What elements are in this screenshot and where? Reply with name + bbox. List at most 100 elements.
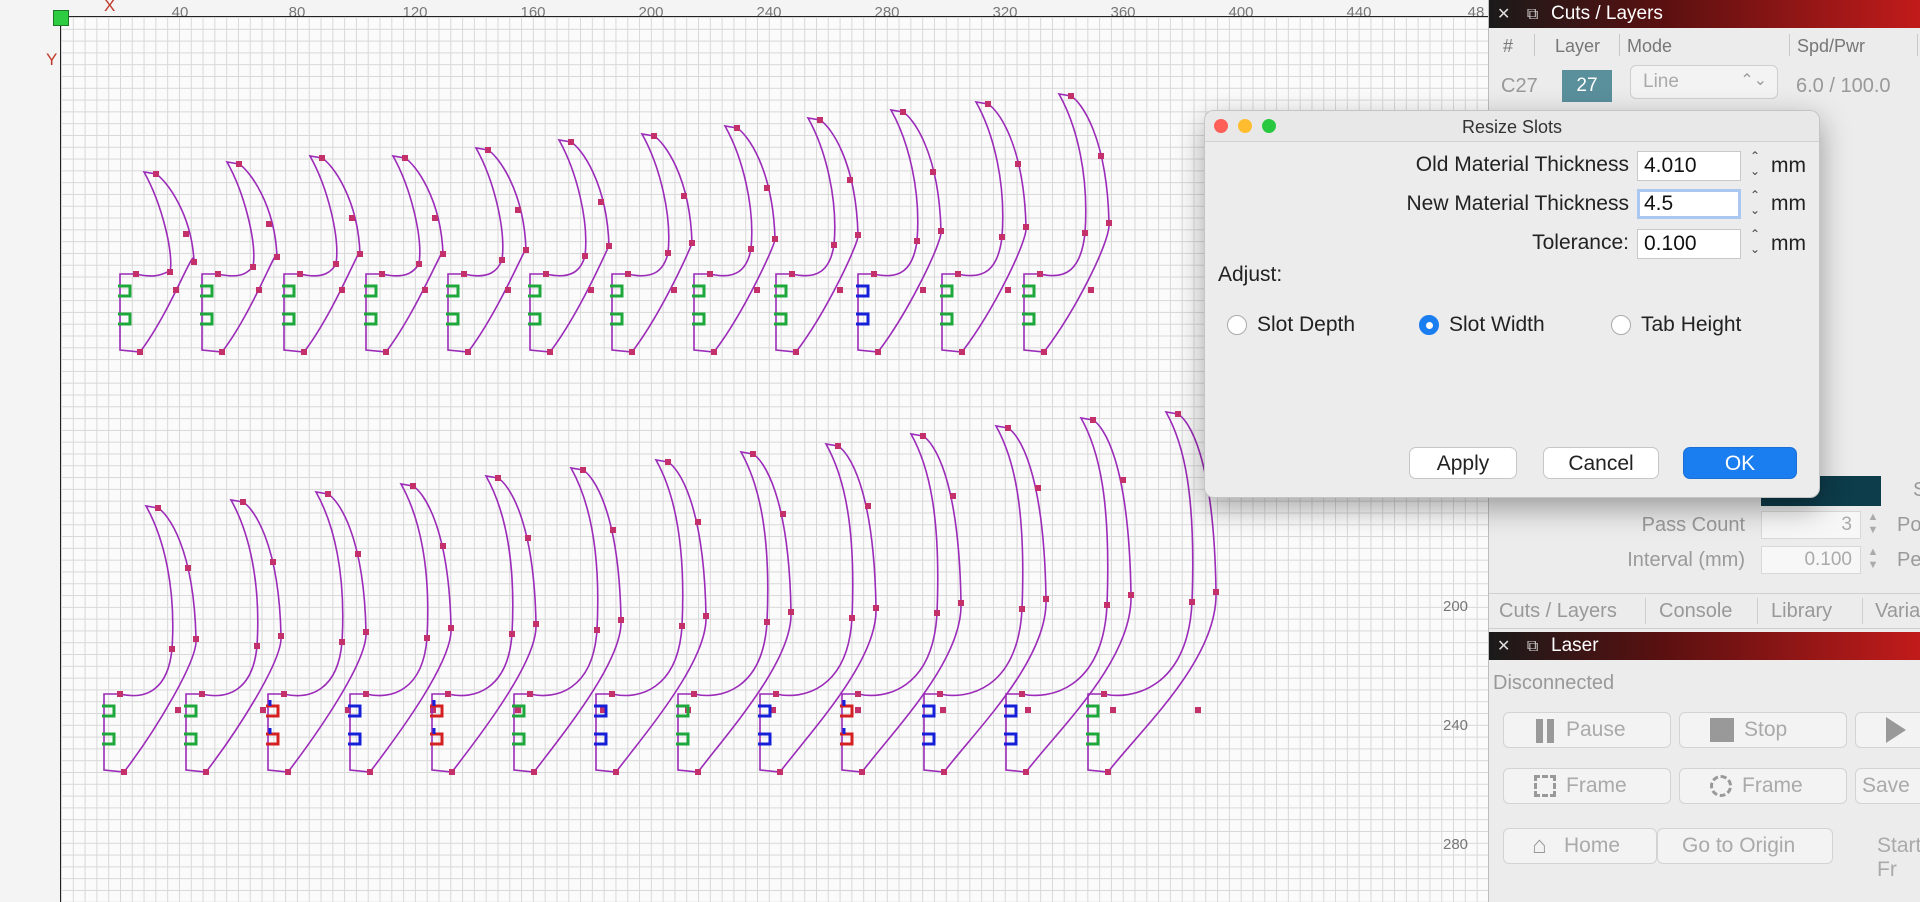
apply-button[interactable]: Apply xyxy=(1409,447,1517,479)
pass-count-stepper[interactable]: ▲ ▼ xyxy=(1863,511,1883,539)
cut-shape[interactable] xyxy=(610,132,695,355)
old-thickness-input[interactable] xyxy=(1637,151,1741,181)
new-thickness-input[interactable] xyxy=(1637,189,1741,219)
cut-shape[interactable] xyxy=(594,458,709,775)
cut-shape[interactable] xyxy=(1004,416,1134,775)
interval-stepper[interactable]: ▲ ▼ xyxy=(1863,546,1883,574)
path-node xyxy=(527,691,533,697)
stop-icon xyxy=(1710,718,1734,742)
column-divider xyxy=(1789,34,1790,56)
cut-outline xyxy=(365,154,444,353)
cut-shape[interactable] xyxy=(282,154,363,355)
tab-cuts-layers[interactable]: Cuts / Layers xyxy=(1499,600,1617,623)
tab-library[interactable]: Library xyxy=(1771,600,1832,623)
path-node xyxy=(900,109,906,115)
cut-shape[interactable] xyxy=(200,160,280,355)
path-node xyxy=(959,349,965,355)
cut-outline xyxy=(941,100,1027,353)
truncated-label: Po xyxy=(1897,514,1920,536)
interval-input[interactable]: 0.100 xyxy=(1761,546,1861,574)
old-thickness-stepper[interactable]: ⌃ ⌄ xyxy=(1745,149,1765,183)
path-node xyxy=(167,269,173,275)
cut-shape[interactable] xyxy=(922,424,1049,775)
cut-shape[interactable] xyxy=(430,474,539,775)
cut-shape[interactable] xyxy=(856,108,944,355)
go-to-origin-label: Go to Origin xyxy=(1682,834,1796,857)
cut-shape[interactable] xyxy=(1086,410,1219,775)
dialog-titlebar[interactable]: Resize Slots xyxy=(1205,111,1819,142)
tolerance-input[interactable] xyxy=(1637,229,1741,259)
path-node xyxy=(606,243,612,249)
path-node xyxy=(789,271,795,277)
slot-depth-radio[interactable]: Slot Depth xyxy=(1227,313,1355,337)
frame-circle-button[interactable]: Frame xyxy=(1679,768,1847,804)
tolerance-stepper[interactable]: ⌃ ⌄ xyxy=(1745,227,1765,261)
cut-outline xyxy=(923,424,1047,773)
path-node xyxy=(1128,592,1134,598)
path-node xyxy=(940,707,946,713)
path-node xyxy=(1025,707,1031,713)
close-float-icon[interactable]: ✕ ⧉ xyxy=(1497,636,1544,656)
interval-label: Interval (mm) xyxy=(1627,549,1745,571)
layer-row-id[interactable]: C27 xyxy=(1501,75,1538,98)
cut-shape[interactable] xyxy=(676,450,794,775)
cut-shape[interactable] xyxy=(528,138,612,355)
cut-outline xyxy=(1023,92,1110,353)
path-node xyxy=(930,169,936,175)
cut-shape[interactable] xyxy=(1022,92,1112,355)
layer-color-swatch[interactable]: 27 xyxy=(1562,70,1612,102)
path-node xyxy=(937,691,943,697)
cut-outline xyxy=(447,146,527,353)
path-node xyxy=(219,349,225,355)
pass-count-input[interactable]: 3 xyxy=(1761,511,1861,539)
tab-console[interactable]: Console xyxy=(1659,600,1732,623)
old-thickness-label: Old Material Thickness xyxy=(1415,153,1629,176)
path-node xyxy=(379,271,385,277)
path-node xyxy=(465,349,471,355)
radio-dot xyxy=(1227,315,1247,335)
path-node xyxy=(349,215,355,221)
path-node xyxy=(185,565,191,571)
path-node xyxy=(448,625,454,631)
path-node xyxy=(1106,220,1112,226)
cut-shape[interactable] xyxy=(840,432,964,775)
path-node xyxy=(777,769,783,775)
unit-label: mm xyxy=(1771,232,1806,255)
stop-button[interactable]: Stop xyxy=(1679,712,1847,748)
path-node xyxy=(941,769,947,775)
save-button[interactable]: Save xyxy=(1855,768,1920,804)
truncated-label: Pe xyxy=(1897,549,1920,571)
path-node xyxy=(788,609,794,615)
path-node xyxy=(1090,417,1096,423)
tab-divider xyxy=(1645,598,1646,624)
cut-shape[interactable] xyxy=(446,146,529,355)
new-thickness-stepper[interactable]: ⌃ ⌄ xyxy=(1745,188,1765,222)
cancel-button[interactable]: Cancel xyxy=(1543,447,1659,479)
close-float-icon[interactable]: ✕ ⧉ xyxy=(1497,4,1544,24)
frame-rect-button[interactable]: Frame xyxy=(1503,768,1671,804)
path-node xyxy=(707,271,713,277)
pause-button[interactable]: Pause xyxy=(1503,712,1671,748)
cut-shape[interactable] xyxy=(940,100,1029,355)
cut-shape[interactable] xyxy=(774,116,861,355)
cut-shape[interactable] xyxy=(692,124,778,355)
path-node xyxy=(568,139,574,145)
slot-width-label: Slot Width xyxy=(1449,313,1545,336)
home-button[interactable]: ⌂ Home xyxy=(1503,828,1657,864)
path-node xyxy=(133,271,139,277)
tab-variables[interactable]: Varia xyxy=(1875,600,1920,623)
slot-width-radio[interactable]: Slot Width xyxy=(1419,313,1545,337)
go-to-origin-button[interactable]: Go to Origin xyxy=(1657,828,1833,864)
ok-button[interactable]: OK xyxy=(1683,447,1797,479)
cut-shape[interactable] xyxy=(118,170,197,355)
start-button[interactable] xyxy=(1855,712,1920,748)
cut-shape[interactable] xyxy=(364,154,446,355)
mode-select[interactable]: Line ⌃⌄ xyxy=(1630,65,1778,99)
path-node xyxy=(985,101,991,107)
path-node xyxy=(764,619,770,625)
cut-shape[interactable] xyxy=(512,466,624,775)
path-node xyxy=(416,261,422,267)
panel-tabbar: Cuts / Layers Console Library Varia xyxy=(1489,593,1920,629)
resize-slots-dialog: Resize Slots Old Material Thickness ⌃⌄ m… xyxy=(1204,110,1820,498)
tab-height-radio[interactable]: Tab Height xyxy=(1611,313,1741,337)
